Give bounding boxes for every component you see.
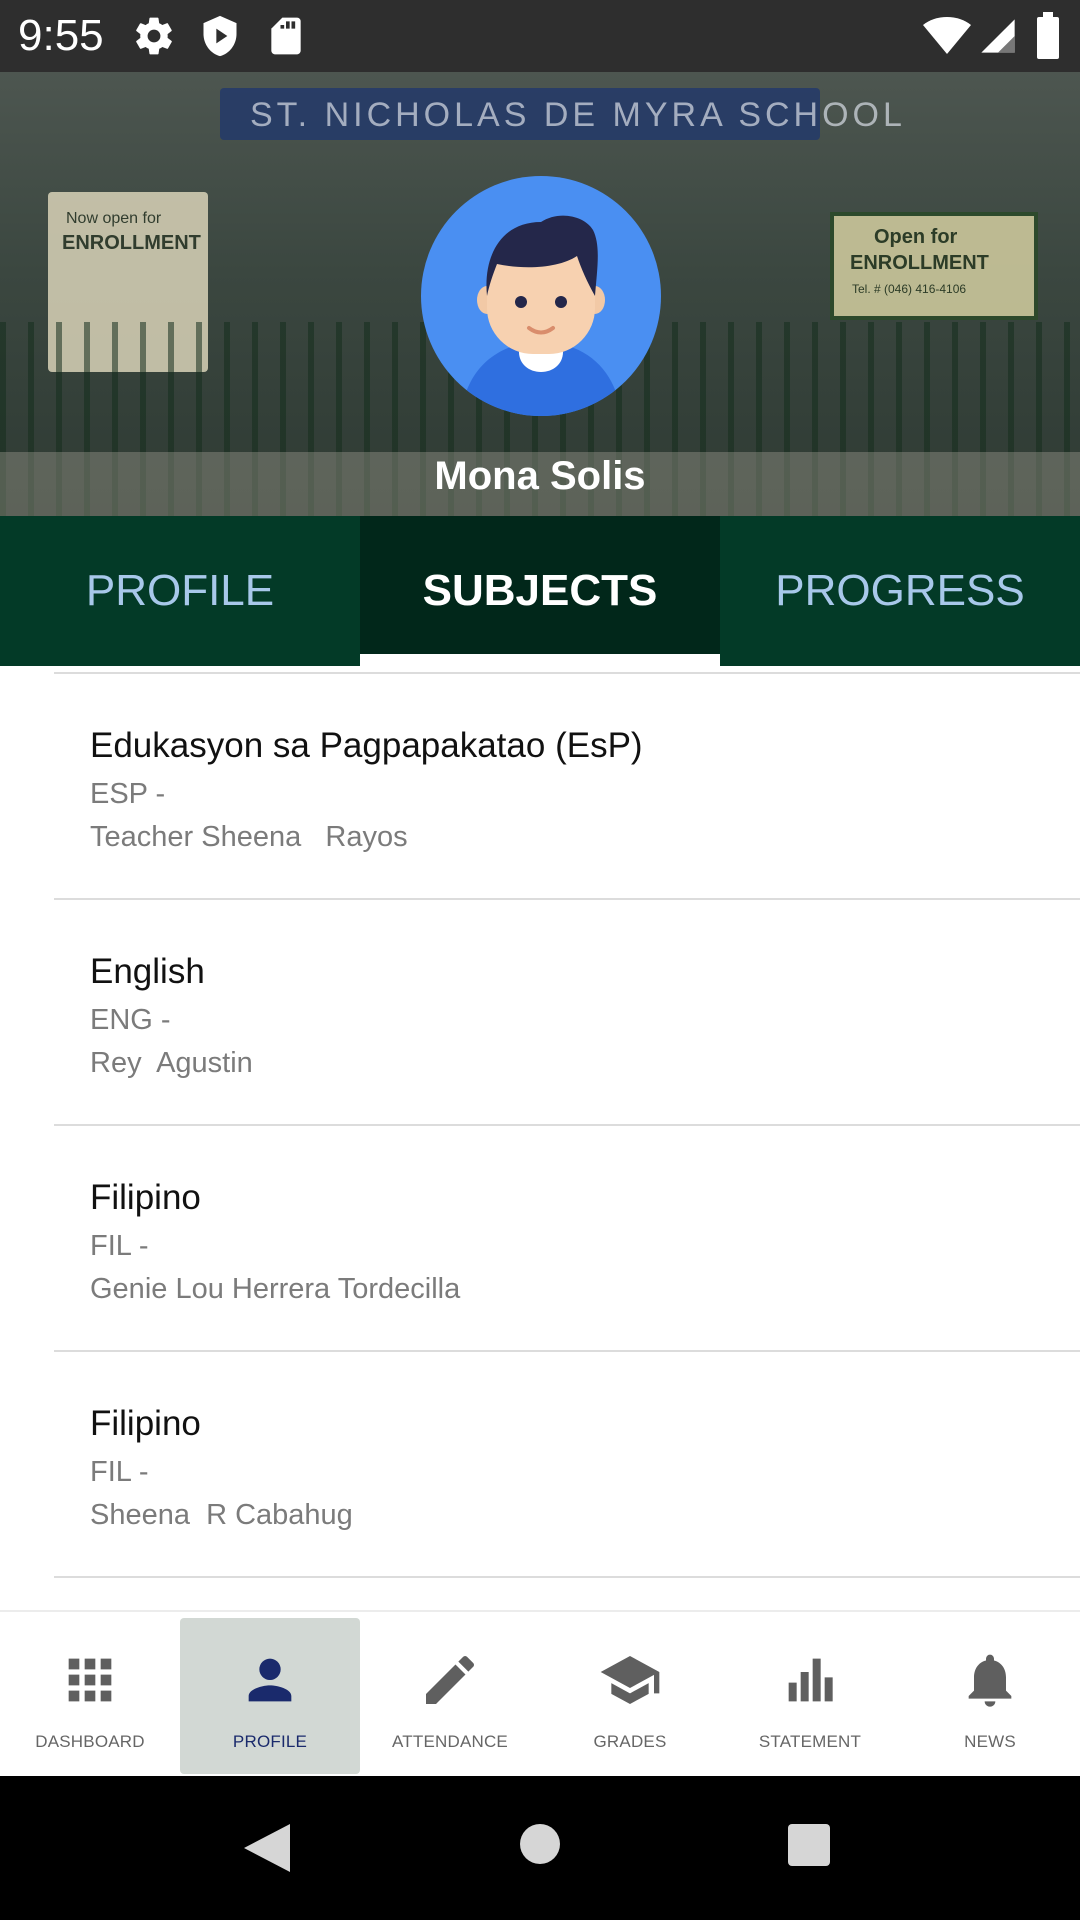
- cell-signal-icon: [981, 19, 1015, 53]
- nav-statement[interactable]: STATEMENT: [720, 1618, 900, 1774]
- enrollment-sign-right-line1: Open for: [874, 226, 958, 248]
- nav-attendance[interactable]: ATTENDANCE: [360, 1618, 540, 1774]
- subject-teacher: Genie Lou Herrera Tordecilla: [90, 1273, 461, 1305]
- list-item[interactable]: English ENG - Rey Agustin: [90, 950, 1070, 1082]
- subject-title: Filipino: [90, 1178, 201, 1217]
- nav-news[interactable]: NEWS: [900, 1618, 1080, 1774]
- nav-label: GRADES: [593, 1732, 667, 1751]
- enrollment-sign-left-line1: Now open for: [66, 210, 162, 227]
- status-time: 9:55: [18, 11, 104, 60]
- nav-label: NEWS: [964, 1732, 1016, 1751]
- grid-icon: [68, 1658, 112, 1702]
- tab-progress[interactable]: PROGRESS: [720, 516, 1080, 666]
- enrollment-sign-right-line3: Tel. # (046) 416-4106: [852, 282, 967, 296]
- shield-icon: [203, 15, 237, 57]
- recents-icon[interactable]: [786, 1822, 832, 1868]
- wifi-icon: [923, 17, 971, 54]
- sd-card-icon: [271, 17, 301, 55]
- list-divider: [54, 1350, 1080, 1352]
- nav-dashboard[interactable]: DASHBOARD: [0, 1618, 180, 1774]
- status-bar: 9:55: [0, 0, 1080, 72]
- tab-profile[interactable]: PROFILE: [0, 516, 360, 666]
- system-nav-bar: [0, 1776, 1080, 1920]
- enrollment-sign-right: Open for ENROLLMENT Tel. # (046) 416-410…: [830, 212, 1038, 320]
- subject-code: FIL -: [90, 1456, 149, 1488]
- back-icon[interactable]: [240, 1820, 294, 1876]
- enrollment-sign-right-line2: ENROLLMENT: [850, 252, 989, 274]
- graduation-cap-icon: [600, 1656, 660, 1704]
- nav-label: ATTENDANCE: [392, 1732, 508, 1751]
- enrollment-sign-left-line2: ENROLLMENT: [62, 232, 201, 254]
- subject-title: English: [90, 952, 205, 991]
- bell-icon: [968, 1654, 1012, 1707]
- list-divider: [54, 898, 1080, 900]
- tab-active-indicator: [360, 654, 720, 666]
- profile-tabs: PROFILE SUBJECTS PROGRESS: [0, 516, 1080, 666]
- list-item[interactable]: Filipino FIL - Genie Lou Herrera Tordeci…: [90, 1176, 1070, 1308]
- bar-chart-icon: [788, 1658, 833, 1702]
- nav-label: DASHBOARD: [35, 1732, 145, 1751]
- subject-teacher: Teacher Sheena Rayos: [90, 821, 408, 853]
- list-divider: [54, 672, 1080, 674]
- nav-grades[interactable]: GRADES: [540, 1618, 720, 1774]
- avatar: [421, 176, 661, 416]
- profile-header: ST. NICHOLAS DE MYRA SCHOOL Now open for…: [0, 72, 1080, 516]
- student-avatar-icon: [461, 215, 621, 416]
- pencil-icon: [426, 1655, 475, 1704]
- list-divider: [54, 1576, 1080, 1578]
- tab-subjects[interactable]: SUBJECTS: [360, 516, 720, 666]
- list-item[interactable]: Edukasyon sa Pagpapakatao (EsP) ESP - Te…: [90, 724, 1070, 856]
- nav-profile[interactable]: PROFILE: [180, 1618, 360, 1774]
- subject-code: ESP -: [90, 778, 166, 810]
- subject-teacher: Sheena R Cabahug: [90, 1499, 353, 1531]
- battery-icon: [1037, 12, 1059, 59]
- nav-label: PROFILE: [232, 1732, 308, 1751]
- list-divider: [54, 1124, 1080, 1126]
- gear-icon: [136, 17, 172, 55]
- subject-code: ENG -: [90, 1004, 171, 1036]
- subject-title: Filipino: [90, 1404, 201, 1443]
- student-name: Mona Solis: [434, 454, 646, 498]
- subject-title: Edukasyon sa Pagpapakatao (EsP): [90, 726, 643, 765]
- list-item[interactable]: Filipino FIL - Sheena R Cabahug: [90, 1402, 1070, 1534]
- person-icon: [248, 1658, 292, 1702]
- subject-code: FIL -: [90, 1230, 149, 1262]
- home-icon[interactable]: [518, 1822, 562, 1866]
- subject-list[interactable]: Edukasyon sa Pagpapakatao (EsP) ESP - Te…: [0, 666, 1080, 1610]
- bottom-nav: DASHBOARD PROFILE ATTENDANCE GRADES STAT…: [0, 1610, 1080, 1778]
- subject-teacher: Rey Agustin: [90, 1047, 253, 1079]
- school-sign-text: ST. NICHOLAS DE MYRA SCHOOL: [250, 96, 906, 134]
- nav-label: STATEMENT: [758, 1732, 862, 1751]
